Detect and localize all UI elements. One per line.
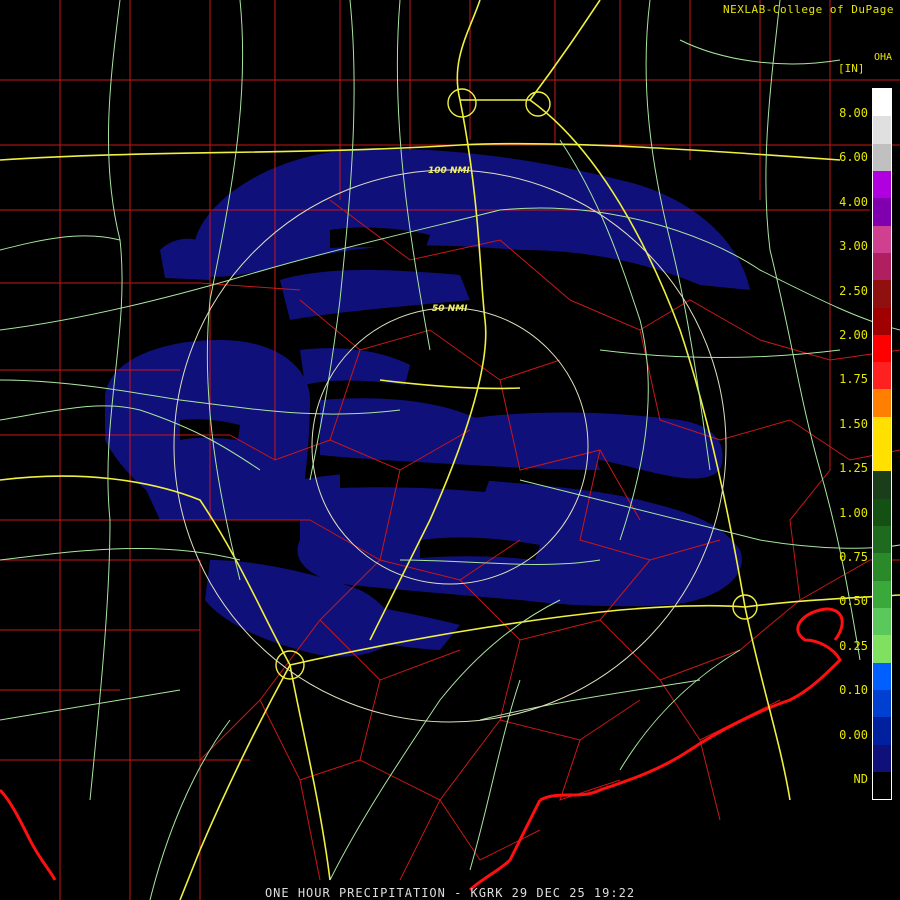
legend-swatch [873,170,891,199]
legend-label: 0.00 [839,728,868,742]
legend-label: 3.00 [839,239,868,253]
legend-swatch [873,689,891,718]
legend-swatch [873,607,891,636]
credit-text: NEXLAB-College of DuPage [723,3,894,16]
legend-label: 0.25 [839,639,868,653]
legend-label: ND [853,772,868,786]
legend-swatch [873,362,891,390]
legend-swatch [873,635,891,663]
legend-label: 8.00 [839,106,868,120]
legend-label: 0.75 [839,550,868,564]
range-ring-label-50: 50 NMI [432,304,468,314]
legend-label: 1.75 [839,372,868,386]
product-code: OHA [873,52,892,63]
range-ring-label-100: 100 NMI [428,166,470,176]
legend-swatch [873,498,891,526]
legend-swatch [873,471,891,499]
product-footer: ONE HOUR PRECIPITATION - KGRK 29 DEC 25 … [264,886,636,900]
radar-map: 50 NMI 100 NMI [0,0,900,900]
legend-swatch [873,225,891,253]
legend-swatch [873,116,891,144]
legend-swatch [873,252,891,281]
legend-swatch [873,143,891,171]
legend-label: 1.00 [839,506,868,520]
legend-swatch [873,553,891,581]
legend-label: 0.10 [839,683,868,697]
legend-units: [IN] [838,62,865,75]
legend-label: 1.25 [839,461,868,475]
legend-swatch [873,444,891,472]
legend-swatch [873,662,891,690]
legend-swatch [873,744,891,772]
legend-swatch [873,526,891,554]
legend-label: 2.00 [839,328,868,342]
legend-label: 0.50 [839,594,868,608]
legend-swatch [873,580,891,608]
legend-swatch [873,307,891,335]
legend-label: 6.00 [839,150,868,164]
legend-swatch [873,771,891,800]
legend-label: 4.00 [839,195,868,209]
legend-swatch [873,280,891,308]
legend-swatch [873,198,891,226]
legend-swatch [873,416,891,445]
legend-label: 1.50 [839,417,868,431]
legend-swatch [873,89,891,117]
legend-swatch [873,334,891,363]
legend-swatch [873,389,891,417]
legend-label: 2.50 [839,284,868,298]
legend-swatch [873,717,891,745]
color-legend-bar [872,88,892,800]
